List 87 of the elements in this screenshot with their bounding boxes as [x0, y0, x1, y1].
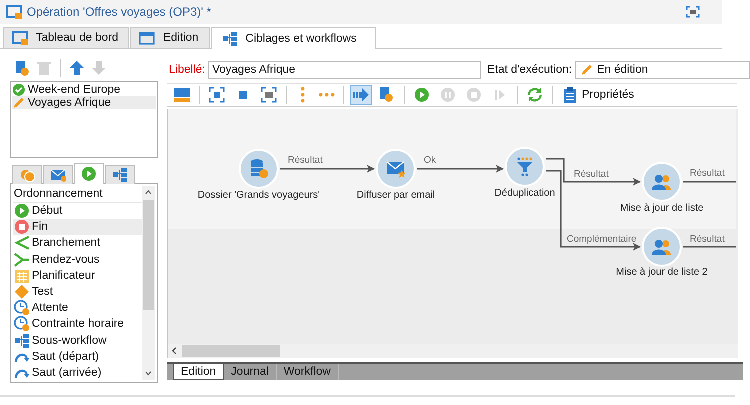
toolbar-button[interactable] [14, 60, 30, 76]
circles-icon [19, 167, 35, 183]
connector-label: Résultat [288, 155, 323, 166]
pencil-icon [13, 96, 25, 108]
clipboard-icon [561, 86, 579, 104]
calendar-icon [14, 268, 30, 284]
activity-node [505, 147, 545, 187]
activity-node [239, 149, 279, 189]
stop-icon [465, 86, 483, 104]
text-field[interactable]: Voyages Afrique [208, 61, 482, 79]
field-label: Libellé: [169, 64, 206, 76]
palette-item[interactable]: Rendez-vous [13, 252, 142, 268]
workflow-icon [14, 332, 30, 349]
play-icon [413, 86, 431, 104]
envelope-icon [50, 167, 66, 183]
palette-item[interactable]: Début [13, 203, 142, 220]
add-workflow-icon [14, 60, 30, 76]
palette-item[interactable]: Test [13, 284, 142, 300]
diamond-icon [14, 284, 30, 300]
palette-tab[interactable] [12, 165, 42, 184]
palette-item[interactable]: Sous-workflow [13, 332, 142, 349]
stop-icon [14, 219, 30, 236]
list-item[interactable]: Week-end Europe [12, 83, 156, 96]
zoom-icon [260, 86, 278, 104]
vertical-dots-icon [301, 87, 305, 103]
join-icon [14, 252, 30, 268]
node-label: Dossier 'Grands voyageurs' [198, 190, 320, 201]
pencil-icon [581, 64, 594, 76]
node-label: Mise à jour de liste [620, 203, 704, 214]
clock-icon [14, 316, 30, 332]
palette-item[interactable]: Saut (départ) [13, 348, 142, 365]
tab[interactable]: Ciblages et workflows [210, 27, 376, 49]
list-item[interactable]: Voyages Afrique [12, 96, 156, 109]
connector-label: Résultat [574, 169, 609, 180]
play-icon [81, 166, 97, 182]
screen-icon [12, 30, 28, 46]
arrow-down-icon [91, 60, 107, 76]
node-label: Déduplication [494, 188, 556, 199]
horizontal-dots-icon [319, 93, 335, 97]
palette-item[interactable]: Attente [13, 300, 142, 316]
screen-icon [6, 4, 22, 20]
toolbar-button[interactable] [171, 85, 193, 105]
add-workflow-icon [378, 86, 396, 104]
refresh-icon [526, 86, 544, 104]
activity-node [376, 149, 416, 189]
window-title: Opération 'Offres voyages (OP3)' * [27, 5, 212, 19]
window-icon [139, 30, 156, 46]
delete-icon [36, 60, 52, 76]
palette-item[interactable]: Planificateur [13, 268, 142, 284]
node-label: Mise à jour de liste 2 [616, 267, 708, 278]
play-icon [14, 203, 30, 220]
workflow-icon [112, 167, 128, 183]
palette-tab[interactable] [74, 163, 104, 184]
clock-icon [14, 300, 30, 316]
fullscreen-icon[interactable] [686, 6, 700, 18]
activity-node [642, 162, 682, 202]
node-label: Diffuser par email [356, 190, 436, 201]
toolbar-button[interactable] [350, 85, 372, 105]
palette-tab[interactable] [43, 165, 73, 184]
pause-icon [439, 86, 457, 104]
fit-icon [208, 86, 226, 104]
scrollbar[interactable] [168, 344, 738, 358]
check-icon [13, 84, 25, 96]
palette-item[interactable]: Fin [13, 219, 142, 236]
workflow-icon [222, 31, 238, 46]
fork-icon [14, 235, 30, 252]
layout-icon [173, 86, 191, 104]
palette-tab[interactable] [105, 165, 135, 184]
tab[interactable]: Edition [173, 364, 224, 380]
arrow-right-icon [352, 86, 370, 104]
connector-label: Résultat [690, 234, 725, 245]
arrow-up-icon [69, 60, 85, 76]
toolbar-button[interactable]: Propriétés [559, 85, 636, 105]
scrollbar[interactable] [142, 186, 155, 380]
tab[interactable]: Tableau de bord [3, 27, 130, 48]
palette-item[interactable]: Saut (arrivée) [13, 364, 142, 382]
connector-label: Ok [424, 155, 436, 166]
status-field[interactable]: En édition [575, 61, 750, 79]
connector-label: Résultat [690, 168, 725, 179]
tab[interactable]: Edition [130, 27, 210, 48]
connector-line [683, 246, 736, 248]
connector-line [683, 181, 736, 183]
palette-item[interactable]: Contrainte horaire [13, 316, 142, 332]
palette-item[interactable]: Branchement [13, 235, 142, 252]
connector-label: Complémentaire [567, 234, 637, 245]
toolbar-button[interactable] [69, 60, 85, 76]
field-label: Etat d'exécution: [487, 64, 572, 76]
